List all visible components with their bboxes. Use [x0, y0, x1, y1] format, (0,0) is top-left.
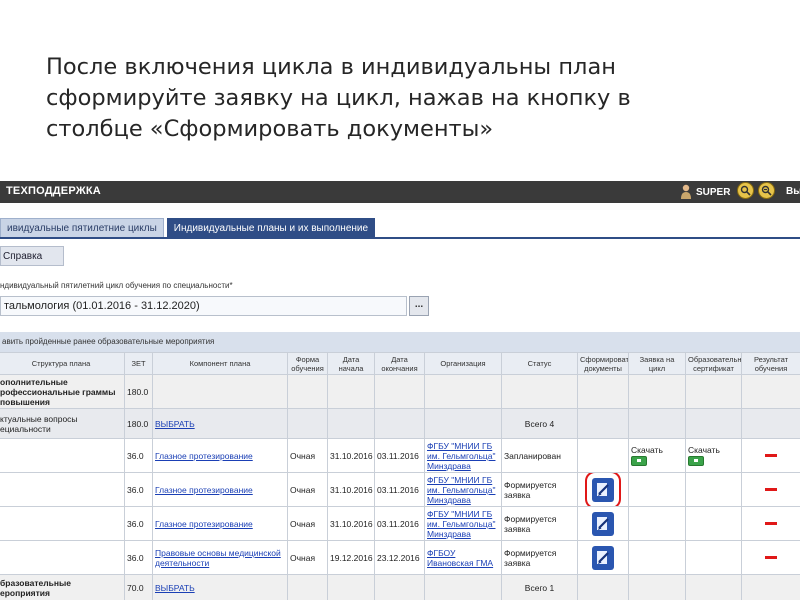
row-zet: 36.0 [124, 506, 153, 541]
table-row: 36.0 Правовые основы медицинской деятель… [0, 540, 800, 575]
col-result[interactable]: Результат обучения [741, 352, 800, 375]
component-link[interactable]: Правовые основы медицинской деятельности [155, 548, 281, 568]
app-screenshot: ТЕХПОДДЕРЖКА SUPER Вы ивидуальные пятиле… [0, 181, 800, 600]
component-link[interactable]: Глазное протезирование [155, 519, 253, 529]
document-edit-icon [597, 482, 609, 496]
col-structure[interactable]: Структура плана [0, 352, 125, 375]
row-end: 03.11.2016 [374, 472, 425, 507]
row-start: 31.10.2016 [327, 438, 375, 473]
table-row-group-programs: ополнительные рофессиональные граммы пов… [0, 374, 800, 409]
application-download-label: Скачать [631, 445, 663, 455]
subgroup-name: ктуальные вопросы ециальности [0, 408, 125, 439]
row-zet: 36.0 [124, 472, 153, 507]
user-menu[interactable]: SUPER [680, 182, 730, 202]
cycle-field-label: ндивидуальный пятилетний цикл обучения п… [0, 281, 233, 290]
col-organization[interactable]: Организация [424, 352, 502, 375]
group-zet: 180.0 [124, 374, 153, 409]
organization-link[interactable]: ФГБУ "МНИИ ГБ им. Гельмгольца" Минздрава [427, 441, 495, 471]
minus-icon[interactable] [765, 454, 777, 457]
row-start: 31.10.2016 [327, 506, 375, 541]
col-certificate[interactable]: Образовательный сертификат [685, 352, 742, 375]
table-header-row: Структура плана ЗЕТ Компонент плана Форм… [0, 352, 800, 375]
component-link[interactable]: Глазное протезирование [155, 451, 253, 461]
col-end-date[interactable]: Дата окончания [374, 352, 425, 375]
select-link[interactable]: ВЫБРАТЬ [155, 419, 195, 429]
cycle-select[interactable]: тальмология (01.01.2016 - 31.12.2020) [0, 296, 407, 316]
row-status: Формируется заявка [501, 540, 578, 575]
row-status: Формируется заявка [501, 472, 578, 507]
col-component[interactable]: Компонент плана [152, 352, 288, 375]
col-application[interactable]: Заявка на цикл [628, 352, 686, 375]
subgroup-zet: 180.0 [124, 408, 153, 439]
exit-button[interactable]: Вы [786, 186, 800, 197]
help-button[interactable]: Справка [0, 246, 64, 266]
add-past-events-header[interactable]: авить пройденные ранее образовательные м… [0, 332, 800, 352]
table-row-group-events: бразовательные ероприятия 70.0 ВЫБРАТЬ В… [0, 574, 800, 600]
table-row: 36.0 Глазное протезирование Очная 31.10.… [0, 438, 800, 473]
component-link[interactable]: Глазное протезирование [155, 485, 253, 495]
row-status: Запланирован [501, 438, 578, 473]
col-start-date[interactable]: Дата начала [327, 352, 375, 375]
document-edit-icon [597, 516, 609, 530]
tab-five-year-cycles[interactable]: ивидуальные пятилетние циклы [0, 218, 164, 237]
row-end: 03.11.2016 [374, 438, 425, 473]
row-zet: 36.0 [124, 438, 153, 473]
search-icon[interactable] [737, 182, 754, 199]
row-form: Очная [287, 438, 328, 473]
tab-underline [0, 237, 800, 239]
row-zet: 36.0 [124, 540, 153, 575]
certificate-download-label: Скачать [688, 445, 720, 455]
document-edit-icon [597, 550, 609, 564]
generate-document-button[interactable] [592, 545, 614, 570]
group-total: Всего 1 [501, 574, 578, 600]
slide-title-line-3: столбце «Сформировать документы» [46, 116, 494, 142]
row-form: Очная [287, 506, 328, 541]
user-icon [681, 184, 691, 199]
group-name: ополнительные рофессиональные граммы пов… [0, 374, 125, 409]
organization-link[interactable]: ФГБОУ Ивановская ГМА [427, 548, 493, 568]
top-bar: ТЕХПОДДЕРЖКА SUPER Вы [0, 181, 800, 203]
generate-document-button[interactable] [585, 473, 621, 506]
tab-bar: ивидуальные пятилетние циклы Индивидуаль… [0, 218, 376, 237]
generate-document-button[interactable] [592, 511, 614, 536]
table-row: 36.0 Глазное протезирование Очная 31.10.… [0, 472, 800, 507]
select-link[interactable]: ВЫБРАТЬ [155, 583, 195, 593]
subgroup-total: Всего 4 [501, 408, 578, 439]
row-start: 31.10.2016 [327, 472, 375, 507]
row-start: 19.12.2016 [327, 540, 375, 575]
minus-icon[interactable] [765, 556, 777, 559]
brand-label: ТЕХПОДДЕРЖКА [6, 185, 101, 197]
table-row-subgroup: ктуальные вопросы ециальности 180.0 ВЫБР… [0, 408, 800, 439]
application-download-button[interactable] [631, 456, 647, 466]
slide-title-line-2: сформируйте заявку на цикл, нажав на кно… [46, 85, 631, 111]
organization-link[interactable]: ФГБУ "МНИИ ГБ им. Гельмгольца" Минздрава [427, 475, 495, 505]
plan-table: Структура плана ЗЕТ Компонент плана Форм… [0, 352, 800, 600]
row-form: Очная [287, 472, 328, 507]
minus-icon[interactable] [765, 488, 777, 491]
organization-link[interactable]: ФГБУ "МНИИ ГБ им. Гельмгольца" Минздрава [427, 509, 495, 539]
certificate-download-button[interactable] [688, 456, 704, 466]
row-end: 03.11.2016 [374, 506, 425, 541]
table-row: 36.0 Глазное протезирование Очная 31.10.… [0, 506, 800, 541]
group-zet: 70.0 [124, 574, 153, 600]
col-zet[interactable]: ЗЕТ [124, 352, 153, 375]
slide-title-line-1: После включения цикла в индивидуальны пл… [46, 54, 616, 80]
zoom-out-icon[interactable] [758, 182, 775, 199]
col-form[interactable]: Форма обучения [287, 352, 328, 375]
tab-individual-plans[interactable]: Индивидуальные планы и их выполнение [166, 218, 376, 237]
user-name: SUPER [696, 186, 731, 198]
col-generate-documents[interactable]: Сформировать документы [577, 352, 629, 375]
row-status: Формируется заявка [501, 506, 578, 541]
col-status[interactable]: Статус [501, 352, 578, 375]
cycle-picker-button[interactable]: ... [409, 296, 429, 316]
row-form: Очная [287, 540, 328, 575]
minus-icon[interactable] [765, 522, 777, 525]
slide-title: После включения цикла в индивидуальны пл… [46, 52, 746, 145]
row-end: 23.12.2016 [374, 540, 425, 575]
group-name: бразовательные ероприятия [0, 574, 125, 600]
